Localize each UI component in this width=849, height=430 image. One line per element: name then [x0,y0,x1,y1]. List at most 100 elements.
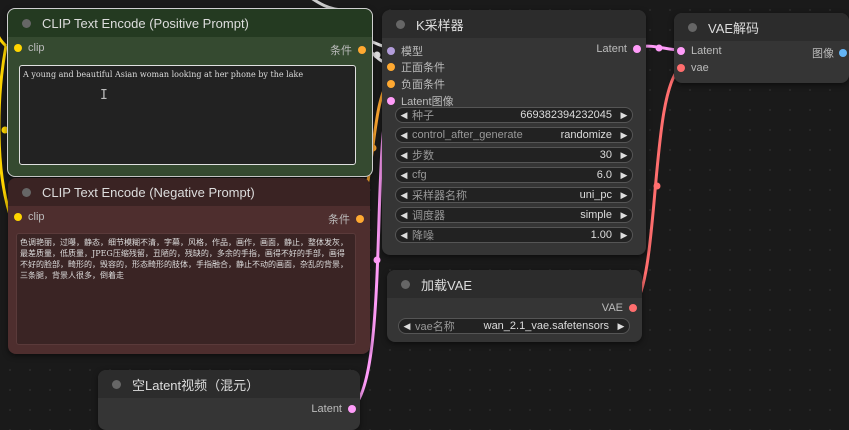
input-label: clip [28,211,45,223]
input-label: clip [28,42,45,54]
output-label: 条件 [330,45,352,57]
output-label: 图像 [812,48,834,60]
node-title: K采样器 [416,17,464,33]
node-title-bar[interactable]: 加载VAE [387,270,642,298]
widget-label: control_after_generate [412,129,523,141]
ksampler-node[interactable]: K采样器 模型 正面条件 负面条件 Latent图像 Latent ◀ 种子 6… [382,10,646,255]
negative-prompt-textarea[interactable]: 色调艳丽，过曝，静态，细节模糊不清，字幕，风格，作品，画作，画面，静止，整体发灰… [16,233,356,345]
load-vae-node[interactable]: 加载VAE VAE ◀ vae名称 wan_2.1_vae.safetensor… [387,270,642,342]
clip-text-encode-positive-node[interactable]: CLIP Text Encode (Positive Prompt) clip … [7,8,373,177]
input-label: 负面条件 [401,79,445,91]
sampler-name-widget[interactable]: ◀ 采样器名称 uni_pc ▶ [395,187,633,203]
output-conditioning[interactable]: 条件 [328,211,364,227]
clip-text-encode-negative-node[interactable]: CLIP Text Encode (Negative Prompt) clip … [8,178,370,354]
latent-input-dot-icon[interactable] [677,47,685,55]
text-cursor-icon: I [100,88,108,103]
input-model[interactable]: 模型 [387,43,423,59]
image-output-dot-icon[interactable] [839,49,847,57]
output-vae[interactable]: VAE [602,302,637,314]
input-clip[interactable]: clip [14,211,45,223]
widget-label: 种子 [412,110,434,122]
collapse-dot-icon[interactable] [22,187,31,197]
collapse-dot-icon[interactable] [22,18,31,28]
input-label: 正面条件 [401,62,445,74]
node-title: 加载VAE [421,277,473,293]
latent-input-dot-icon[interactable] [387,97,395,105]
increment-arrow-icon[interactable]: ▶ [616,150,632,161]
input-negative[interactable]: 负面条件 [387,76,445,92]
node-title-bar[interactable]: CLIP Text Encode (Positive Prompt) [8,9,372,37]
positive-prompt-textarea[interactable]: A young and beautiful Asian woman lookin… [19,65,356,165]
increment-arrow-icon[interactable]: ▶ [613,321,629,332]
widget-label: cfg [412,169,427,181]
widget-value: 6.0 [596,169,612,181]
widget-value: 30 [599,149,612,161]
input-label: vae [691,62,709,74]
node-title-bar[interactable]: CLIP Text Encode (Negative Prompt) [8,178,370,206]
collapse-dot-icon[interactable] [688,22,697,32]
denoise-widget[interactable]: ◀ 降噪 1.00 ▶ [395,227,633,243]
vae-decode-node[interactable]: VAE解码 Latent vae 图像 [674,13,849,83]
decrement-arrow-icon[interactable]: ◀ [396,230,412,241]
clip-input-dot-icon[interactable] [14,44,22,52]
decrement-arrow-icon[interactable]: ◀ [399,321,415,332]
widget-label: vae名称 [415,321,455,333]
cfg-widget[interactable]: ◀ cfg 6.0 ▶ [395,167,633,183]
output-image[interactable]: 图像 [812,45,847,61]
negative-input-dot-icon[interactable] [387,80,395,88]
collapse-dot-icon[interactable] [112,379,121,389]
decrement-arrow-icon[interactable]: ◀ [396,190,412,201]
vae-output-dot-icon[interactable] [629,304,637,312]
output-latent[interactable]: Latent [311,403,356,415]
widget-value: uni_pc [579,189,612,201]
model-input-dot-icon[interactable] [387,47,395,55]
widget-value: 669382394232045 [520,109,612,121]
widget-value: 1.00 [590,229,612,241]
node-title-bar[interactable]: 空Latent视频（混元） [98,370,360,398]
latent-output-dot-icon[interactable] [348,405,356,413]
vae-input-dot-icon[interactable] [677,64,685,72]
output-conditioning[interactable]: 条件 [330,42,366,58]
decrement-arrow-icon[interactable]: ◀ [396,130,412,141]
widget-label: 降噪 [412,230,434,242]
increment-arrow-icon[interactable]: ▶ [616,170,632,181]
decrement-arrow-icon[interactable]: ◀ [396,150,412,161]
latent-output-dot-icon[interactable] [633,45,641,53]
output-latent[interactable]: Latent [596,43,641,55]
output-label: VAE [601,302,623,314]
decrement-arrow-icon[interactable]: ◀ [396,170,412,181]
input-clip[interactable]: clip [14,42,45,54]
increment-arrow-icon[interactable]: ▶ [616,210,632,221]
empty-latent-video-node[interactable]: 空Latent视频（混元） Latent [98,370,360,430]
clip-input-dot-icon[interactable] [14,213,22,221]
vae-name-widget[interactable]: ◀ vae名称 wan_2.1_vae.safetensors ▶ [398,318,630,334]
positive-input-dot-icon[interactable] [387,63,395,71]
input-positive[interactable]: 正面条件 [387,59,445,75]
widget-label: 采样器名称 [412,190,467,202]
increment-arrow-icon[interactable]: ▶ [616,130,632,141]
output-label: Latent [596,43,627,55]
input-latent[interactable]: Latent [677,45,722,57]
input-label: Latent [691,45,722,57]
node-title: VAE解码 [708,20,760,36]
node-title: CLIP Text Encode (Positive Prompt) [42,15,249,31]
node-title-bar[interactable]: VAE解码 [674,13,849,41]
increment-arrow-icon[interactable]: ▶ [616,230,632,241]
collapse-dot-icon[interactable] [401,279,410,289]
steps-widget[interactable]: ◀ 步数 30 ▶ [395,147,633,163]
scheduler-widget[interactable]: ◀ 调度器 simple ▶ [395,207,633,223]
seed-widget[interactable]: ◀ 种子 669382394232045 ▶ [395,107,633,123]
conditioning-output-dot-icon[interactable] [358,46,366,54]
wire-clip-positive [0,36,8,48]
increment-arrow-icon[interactable]: ▶ [616,190,632,201]
increment-arrow-icon[interactable]: ▶ [616,110,632,121]
widget-label: 调度器 [412,210,445,222]
input-vae[interactable]: vae [677,62,709,74]
collapse-dot-icon[interactable] [396,19,405,29]
node-title-bar[interactable]: K采样器 [382,10,646,38]
control-after-generate-widget[interactable]: ◀ control_after_generate randomize ▶ [395,127,633,143]
decrement-arrow-icon[interactable]: ◀ [396,210,412,221]
decrement-arrow-icon[interactable]: ◀ [396,110,412,121]
conditioning-output-dot-icon[interactable] [356,215,364,223]
node-title: 空Latent视频（混元） [132,377,260,393]
